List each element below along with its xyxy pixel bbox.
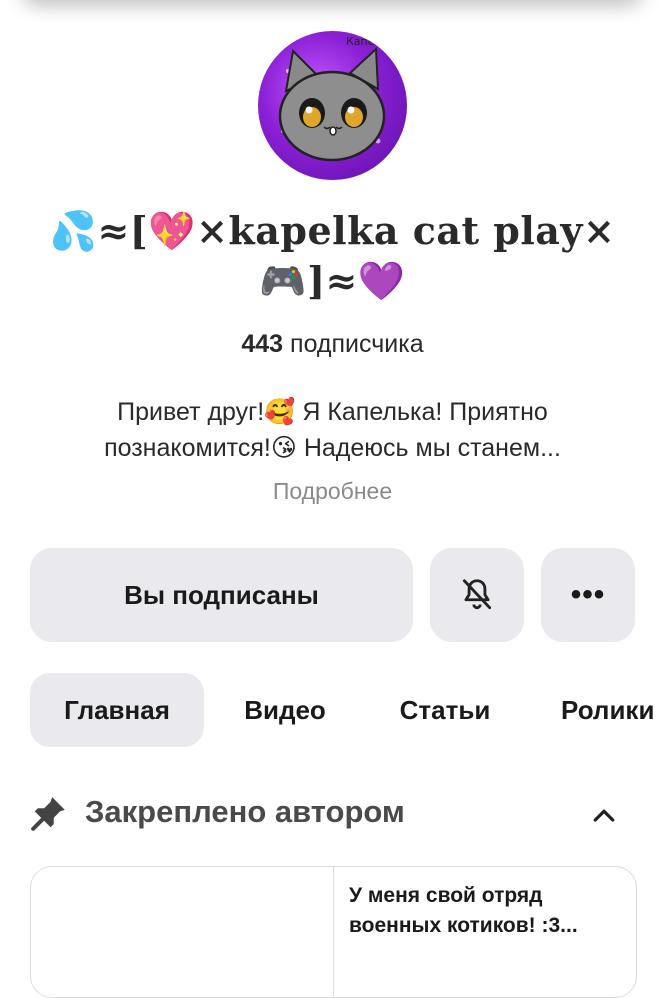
tab-shorts[interactable]: Ролики [544,673,665,747]
channel-name: 💦≈[💖×kapelka cat play× 🎮]≈💜 [20,206,645,306]
subscriber-count: 443 подписчика [0,330,665,359]
subscribed-button[interactable]: Вы подписаны [30,548,413,642]
avatar-caption: Капелька [346,35,401,48]
channel-avatar[interactable]: Капелька [258,31,407,180]
channel-description: Привет друг!🥰 Я Капелька! Приятно познак… [40,394,625,466]
description-line2: познакомится!😘 Надеюсь мы станем... [104,434,561,462]
more-dots-icon: ••• [570,578,606,611]
post-thumbnail[interactable] [31,867,334,997]
cat-avatar-image: Капелька [278,35,401,162]
post-title: У меня свой отряд военных котиков! :3... [349,884,578,937]
tab-articles[interactable]: Статьи [380,673,510,747]
chevron-up-icon[interactable] [589,800,619,830]
channel-name-line2: 🎮]≈💜 [259,258,406,303]
notifications-button[interactable] [430,548,524,642]
more-options-button[interactable]: ••• [541,548,635,642]
channel-name-line1: 💦≈[💖×kapelka cat play× [49,208,616,253]
pinned-post-card[interactable]: У меня свой отряд военных котиков! :3... [30,866,637,998]
subscriber-label: подписчика [290,330,424,358]
pinned-section-header: Закреплено автором [30,788,635,838]
pinned-title: Закреплено автором [85,794,405,829]
description-line1: Привет друг!🥰 Я Капелька! Приятно [117,398,548,426]
pin-icon [31,797,65,831]
bell-off-icon [462,579,492,610]
subscriber-number: 443 [241,330,284,358]
tab-main[interactable]: Главная [30,673,204,747]
more-link[interactable]: Подробнее [0,478,665,505]
tab-video[interactable]: Видео [220,673,350,747]
